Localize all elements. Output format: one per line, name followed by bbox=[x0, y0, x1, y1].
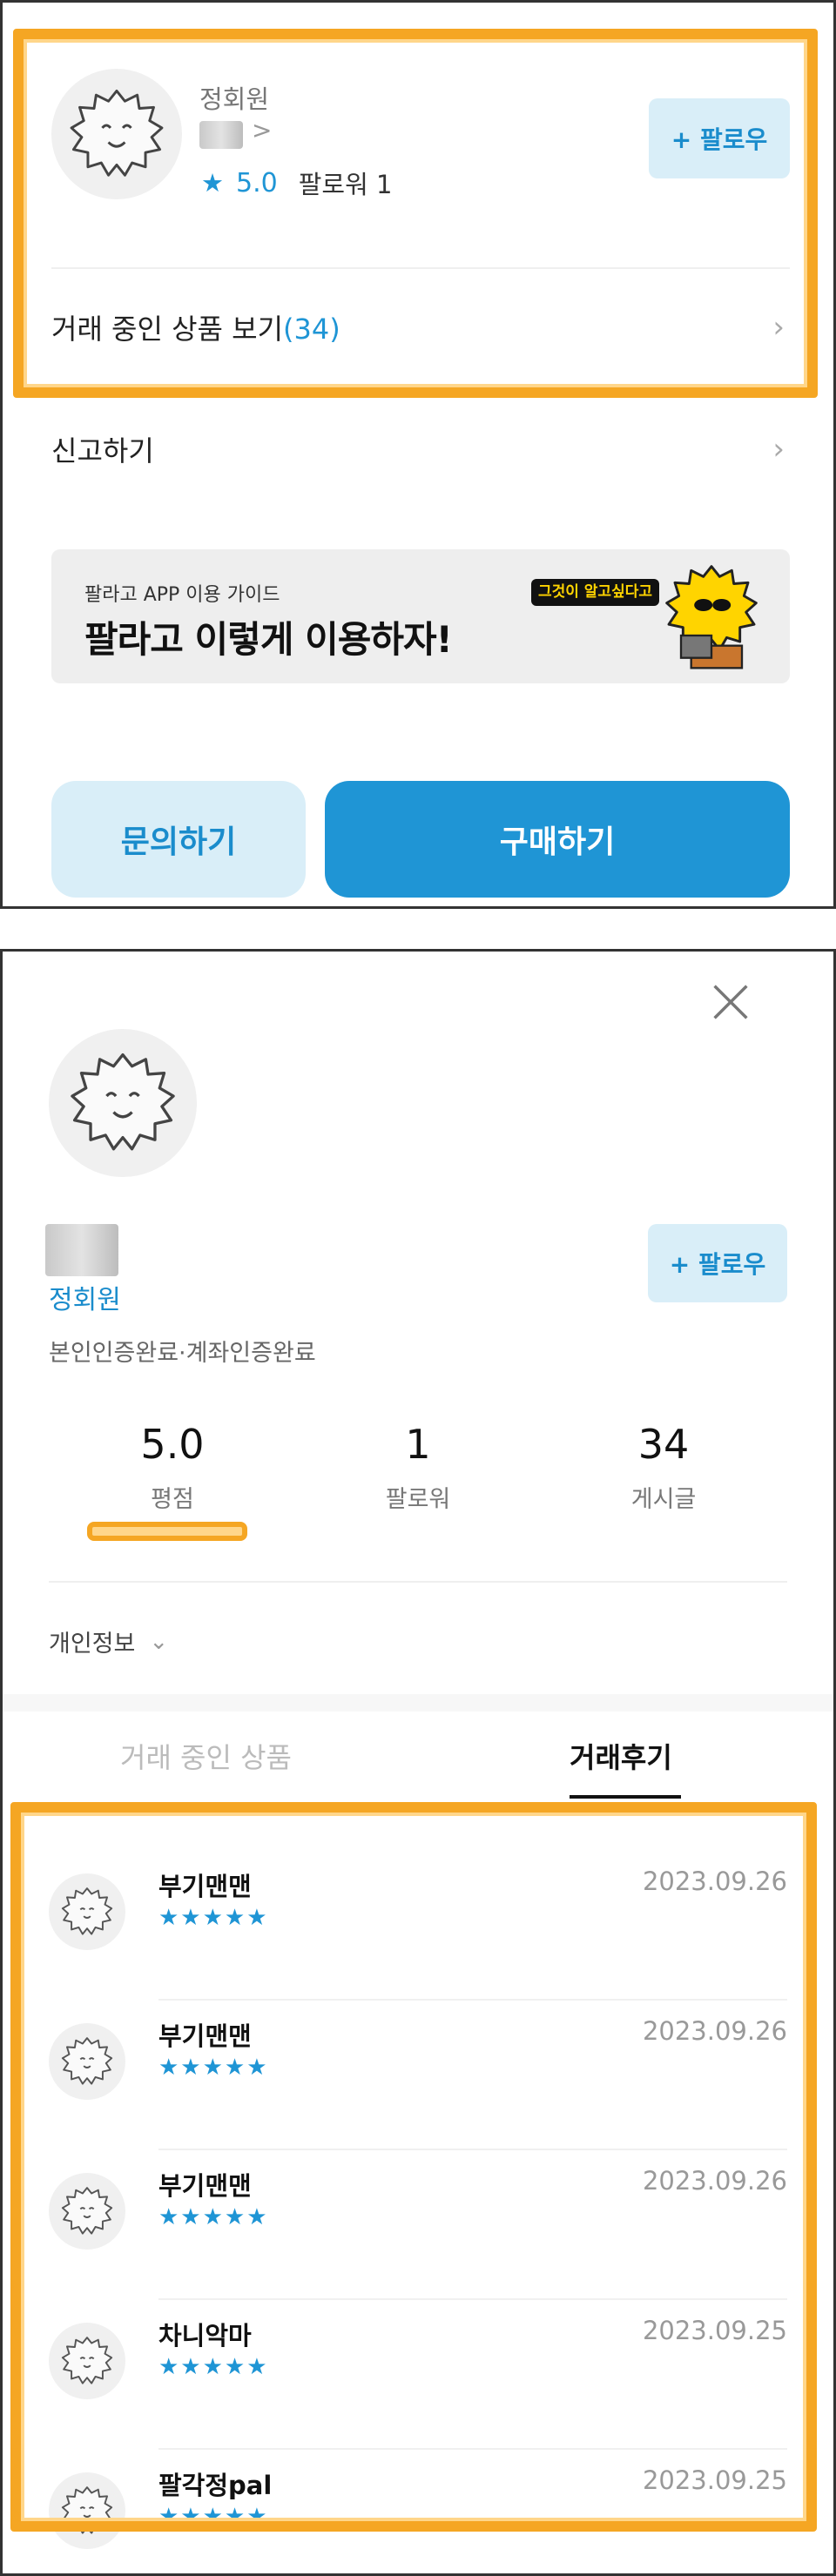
follow-button[interactable]: + 팔로우 bbox=[649, 98, 790, 178]
review-item[interactable]: 부기맨맨 ★★★★★ 2023.09.26 bbox=[49, 2152, 787, 2300]
fluffy-mascot-icon bbox=[70, 89, 164, 177]
chevron-right-icon[interactable]: > bbox=[252, 116, 272, 145]
chevron-right-icon: › bbox=[772, 310, 785, 345]
reviewer-name: 부기맨맨 bbox=[158, 2171, 252, 2201]
report-row[interactable]: 신고하기 › bbox=[51, 427, 785, 471]
fluffy-mascot-icon bbox=[61, 2187, 113, 2235]
review-date: 2023.09.26 bbox=[642, 2166, 787, 2196]
profile-name: 정회원 bbox=[49, 1285, 121, 1315]
review-stars: ★★★★★ bbox=[158, 2354, 269, 2380]
fluffy-mascot-icon bbox=[71, 1053, 175, 1151]
review-date: 2023.09.25 bbox=[642, 2465, 787, 2495]
review-stars: ★★★★★ bbox=[158, 2055, 269, 2081]
reviewer-avatar[interactable] bbox=[49, 2323, 125, 2399]
chevron-right-icon: › bbox=[772, 432, 785, 467]
reviewer-name: 차니악마 bbox=[158, 2321, 252, 2351]
stat-value: 5.0 bbox=[140, 1421, 205, 1468]
divider bbox=[158, 2149, 787, 2150]
buy-button[interactable]: 구매하기 bbox=[325, 781, 790, 898]
divider bbox=[158, 2448, 787, 2450]
divider bbox=[51, 267, 790, 269]
close-icon[interactable] bbox=[711, 982, 751, 1022]
seller-avatar[interactable] bbox=[51, 69, 182, 199]
products-link-row[interactable]: 거래 중인 상품 보기(34) › bbox=[51, 306, 785, 349]
seller-rating: ★ 5.0 팔로워 1 bbox=[201, 165, 392, 201]
fluffy-mascot-icon bbox=[61, 1887, 113, 1935]
divider bbox=[158, 1999, 787, 2001]
follower-count: 팔로워 1 bbox=[298, 170, 393, 199]
products-link-label: 거래 중인 상품 보기(34) bbox=[51, 313, 340, 346]
inquiry-button[interactable]: 문의하기 bbox=[51, 781, 306, 898]
tab-products[interactable]: 거래 중인 상품 bbox=[120, 1736, 292, 1776]
review-item[interactable]: 부기맨맨 ★★★★★ 2023.09.26 bbox=[49, 2002, 787, 2150]
products-count: (34) bbox=[283, 313, 340, 346]
stat-label: 팔로워 bbox=[385, 1486, 451, 1513]
review-date: 2023.09.26 bbox=[642, 1866, 787, 1896]
banner-mascot-icon bbox=[665, 565, 758, 669]
star-icon: ★ bbox=[201, 168, 224, 198]
stat-value: 34 bbox=[637, 1421, 690, 1468]
blurred-id bbox=[45, 1224, 118, 1276]
review-stars: ★★★★★ bbox=[158, 2204, 269, 2230]
reviewer-avatar[interactable] bbox=[49, 2023, 125, 2100]
banner-subtitle: 팔라고 APP 이용 가이드 bbox=[84, 584, 280, 606]
review-date: 2023.09.25 bbox=[642, 2316, 787, 2345]
divider bbox=[158, 2298, 787, 2300]
seller-name: 정회원 bbox=[199, 84, 270, 114]
review-stars: ★★★★★ bbox=[158, 2504, 269, 2530]
section-separator bbox=[3, 1694, 833, 1712]
private-info-toggle[interactable]: 개인정보 ⌄ bbox=[49, 1624, 168, 1658]
review-item[interactable]: 차니악마 ★★★★★ 2023.09.25 bbox=[49, 2302, 787, 2450]
reviewer-avatar[interactable] bbox=[49, 2173, 125, 2250]
reviewer-name: 부기맨맨 bbox=[158, 1872, 252, 1901]
verification-status: 본인인증완료·계좌인증완료 bbox=[49, 1340, 316, 1367]
stat-posts[interactable]: 34 게시글 bbox=[576, 1421, 751, 1514]
stat-followers[interactable]: 1 팔로워 bbox=[331, 1421, 505, 1514]
app-guide-banner[interactable]: 팔라고 APP 이용 가이드 팔라고 이렇게 이용하자! 그것이 알고싶다고 bbox=[51, 549, 790, 683]
fluffy-mascot-icon bbox=[61, 2037, 113, 2085]
highlight-underline bbox=[87, 1522, 247, 1541]
rating-value: 5.0 bbox=[236, 167, 278, 198]
profile-avatar[interactable] bbox=[49, 1029, 197, 1177]
stat-value: 1 bbox=[405, 1421, 431, 1468]
tab-reviews[interactable]: 거래후기 bbox=[570, 1736, 672, 1776]
blurred-id bbox=[199, 121, 243, 149]
banner-tag: 그것이 알고싶다고 bbox=[530, 579, 659, 606]
report-label: 신고하기 bbox=[51, 434, 154, 467]
stat-rating: 5.0 평점 bbox=[85, 1421, 260, 1514]
banner-title: 팔라고 이렇게 이용하자! bbox=[84, 618, 453, 661]
chevron-down-icon: ⌄ bbox=[149, 1628, 169, 1655]
divider bbox=[49, 1581, 787, 1583]
stat-label: 게시글 bbox=[630, 1486, 697, 1513]
review-item[interactable]: 부기맨맨 ★★★★★ 2023.09.26 bbox=[49, 1853, 787, 2001]
reviewer-name: 부기맨맨 bbox=[158, 2021, 252, 2051]
tab-indicator bbox=[570, 1795, 681, 1799]
follow-button[interactable]: + 팔로우 bbox=[648, 1224, 787, 1302]
seller-summary-panel: 정회원 > ★ 5.0 팔로워 1 + 팔로우 거래 중인 상품 보기(34) … bbox=[0, 0, 836, 909]
review-item[interactable]: 팔각정pal ★★★★★ 2023.09.25 bbox=[49, 2452, 787, 2576]
review-stars: ★★★★★ bbox=[158, 1905, 269, 1931]
review-date: 2023.09.26 bbox=[642, 2016, 787, 2046]
stat-label: 평점 bbox=[151, 1486, 194, 1513]
private-info-label: 개인정보 bbox=[49, 1631, 136, 1658]
fluffy-mascot-icon bbox=[61, 2337, 113, 2384]
reviewer-avatar[interactable] bbox=[49, 1873, 125, 1950]
reviewer-avatar[interactable] bbox=[49, 2472, 125, 2549]
fluffy-mascot-icon bbox=[61, 2486, 113, 2534]
reviewer-name: 팔각정pal bbox=[158, 2471, 273, 2500]
